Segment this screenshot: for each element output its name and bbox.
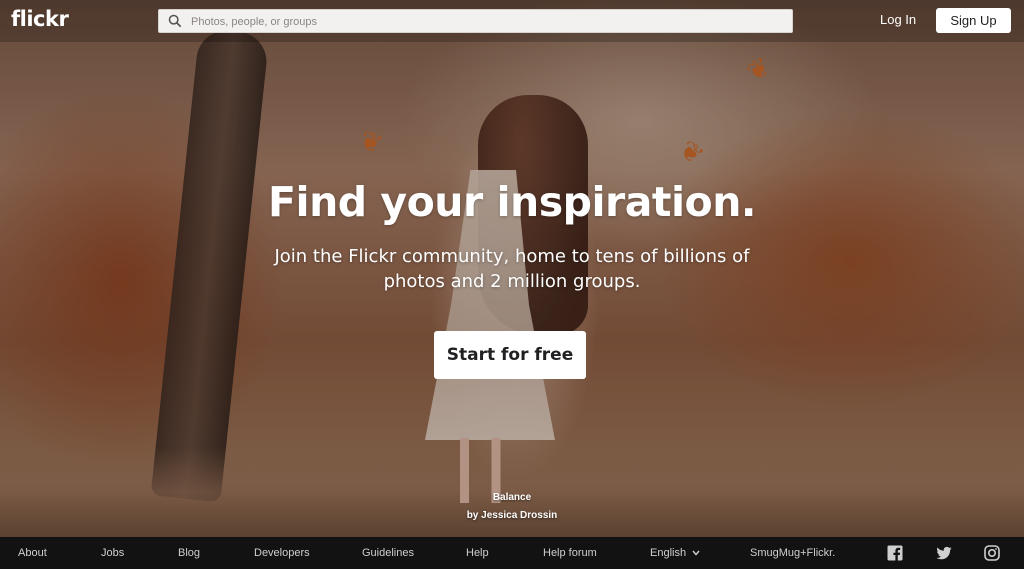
search-icon[interactable]: [168, 14, 182, 28]
twitter-icon[interactable]: [936, 545, 952, 561]
login-link[interactable]: Log In: [880, 12, 916, 27]
landing-page: ❦ ❦ ❦ flickr Log In Sign Up Find your in…: [0, 0, 1024, 569]
chevron-down-icon: [692, 550, 700, 556]
hero-subtitle: Join the Flickr community, home to tens …: [274, 246, 750, 292]
photo-credit-title[interactable]: Balance: [0, 492, 1024, 503]
language-label: English: [650, 547, 687, 559]
start-for-free-button[interactable]: Start for free: [434, 331, 586, 379]
footer-link-jobs[interactable]: Jobs: [101, 547, 124, 559]
footer-link-guidelines[interactable]: Guidelines: [362, 547, 414, 559]
footer-link-help-forum[interactable]: Help forum: [543, 547, 597, 559]
footer-link-smugmug[interactable]: SmugMug+Flickr.: [750, 547, 835, 559]
instagram-icon[interactable]: [984, 545, 1000, 561]
footer-link-help[interactable]: Help: [466, 547, 489, 559]
footer-link-about[interactable]: About: [18, 547, 47, 559]
footer-link-blog[interactable]: Blog: [178, 547, 200, 559]
hero-title: Find your inspiration.: [268, 178, 756, 226]
footer: About Jobs Blog Developers Guidelines He…: [0, 537, 1024, 569]
signup-button[interactable]: Sign Up: [936, 8, 1011, 33]
facebook-icon[interactable]: [887, 545, 903, 561]
flickr-logo[interactable]: flickr: [11, 7, 69, 31]
footer-link-developers[interactable]: Developers: [254, 547, 310, 559]
photo-credit-author[interactable]: by Jessica Drossin: [0, 510, 1024, 521]
search-box[interactable]: [158, 9, 793, 33]
language-selector[interactable]: English: [650, 547, 700, 559]
search-input[interactable]: [189, 12, 783, 32]
top-nav: flickr Log In Sign Up: [0, 0, 1024, 42]
